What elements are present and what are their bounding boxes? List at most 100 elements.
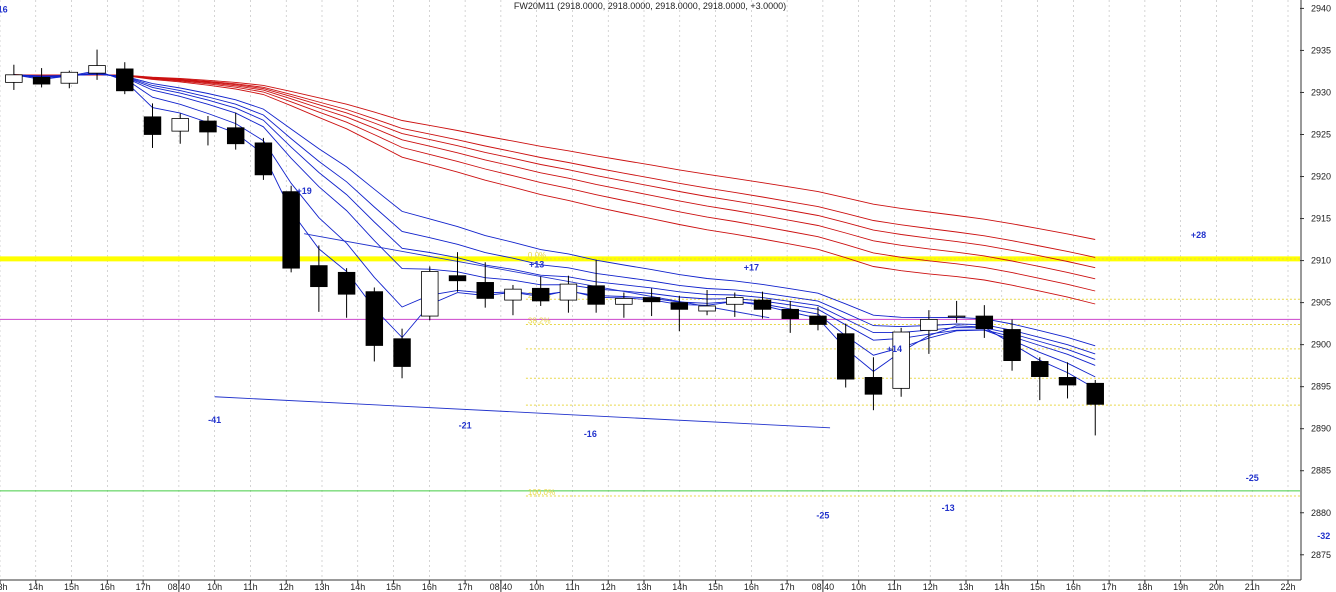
x-tick-label: 16h	[744, 582, 759, 592]
x-tick-label: 17h	[458, 582, 473, 592]
y-tick-label: 2900	[1311, 340, 1331, 350]
candle-body	[920, 319, 938, 331]
candle-body	[310, 265, 328, 288]
x-tick-label: 18h	[1137, 582, 1152, 592]
x-tick-label: 10h	[851, 582, 866, 592]
x-tick-label: 13h	[314, 582, 329, 592]
candle-body	[88, 65, 106, 74]
swing-label: +16	[0, 5, 8, 15]
y-tick-label: 2940	[1311, 3, 1331, 13]
x-tick-label: 17h	[1102, 582, 1117, 592]
candle-body	[476, 282, 494, 299]
swing-label: -41	[208, 415, 221, 425]
candle-body	[171, 118, 189, 132]
y-tick-label: 2920	[1311, 172, 1331, 182]
candle-body	[726, 297, 744, 305]
x-tick-label: 14h	[994, 582, 1009, 592]
candle-body	[531, 287, 550, 302]
candle-body	[254, 142, 273, 176]
x-tick-label: 12h	[279, 582, 294, 592]
y-tick-label: 2935	[1311, 45, 1331, 55]
y-tick-label: 2885	[1311, 466, 1331, 476]
candle-body	[1031, 361, 1049, 377]
swing-label: +14	[887, 344, 902, 354]
candle-body	[421, 271, 439, 317]
swing-label: -16	[584, 429, 597, 439]
x-tick-label: 15h	[386, 582, 401, 592]
x-tick-label: 16h	[422, 582, 437, 592]
candle-body	[199, 120, 217, 133]
swing-label: +17	[744, 263, 759, 273]
swing-label: +19	[296, 186, 311, 196]
swing-label: -32	[1317, 531, 1330, 541]
y-tick-label: 2930	[1311, 87, 1331, 97]
candle-body	[32, 76, 51, 85]
x-tick-label: 14h	[28, 582, 43, 592]
candle-body	[226, 127, 245, 145]
plot-background	[0, 0, 1301, 580]
x-tick-label: 17h	[780, 582, 795, 592]
fib-label: 100.0%	[528, 488, 555, 497]
candle-body	[809, 315, 827, 325]
candle-body	[365, 291, 384, 346]
candle-body	[143, 116, 162, 135]
candle-body	[836, 333, 855, 380]
x-axis: 13h14h15h16h17h08:4010h11h12h13h14h15h16…	[0, 580, 1296, 592]
x-tick-label: 17h	[136, 582, 151, 592]
x-tick-label: 15h	[64, 582, 79, 592]
swing-label: +13	[529, 259, 544, 269]
candle-body	[1086, 382, 1104, 405]
candle-body	[781, 308, 799, 319]
candle-body	[615, 298, 633, 305]
price-chart: 0.0%23.6%38.2%100.0% +16+19-41+13-21+17-…	[0, 0, 1331, 592]
y-tick-label: 2915	[1311, 214, 1331, 224]
x-tick-label: 21h	[1245, 582, 1260, 592]
candle-body	[282, 191, 300, 269]
candle-body	[642, 297, 661, 303]
candle-body	[5, 74, 23, 83]
candle-body	[559, 283, 578, 301]
x-tick-label: 15h	[708, 582, 723, 592]
x-tick-label: 11h	[243, 582, 257, 592]
candle-body	[1003, 329, 1021, 362]
y-tick-label: 2905	[1311, 298, 1331, 308]
fib-label: 38.2%	[528, 316, 551, 325]
swing-label: -21	[459, 421, 472, 431]
candle-body	[448, 275, 467, 282]
chart-title: FW20M11 (2918.0000, 2918.0000, 2918.0000…	[514, 1, 786, 11]
candle-body	[60, 71, 79, 84]
x-tick-label: 14h	[672, 582, 687, 592]
swing-label: -13	[942, 503, 955, 513]
candle-body	[947, 315, 966, 318]
x-tick-label: 22h	[1280, 582, 1295, 592]
candle-body	[587, 285, 605, 305]
x-tick-label: 13h	[636, 582, 651, 592]
candle-body	[892, 331, 910, 389]
x-tick-label: 16h	[1066, 582, 1081, 592]
candle-body	[116, 68, 134, 92]
x-tick-label: 13h	[958, 582, 973, 592]
x-tick-label: 11h	[565, 582, 579, 592]
x-tick-label: 10h	[529, 582, 544, 592]
x-tick-label: 16h	[100, 582, 115, 592]
candle-body	[670, 302, 689, 310]
candle-body	[975, 315, 994, 330]
candle-body	[337, 271, 356, 295]
swing-label: -25	[816, 511, 829, 521]
candle-body	[864, 377, 883, 395]
x-tick-label: 10h	[207, 582, 222, 592]
candle-body	[1058, 377, 1077, 386]
x-tick-label: 20h	[1209, 582, 1224, 592]
candle-body	[753, 299, 772, 310]
candle-body	[698, 305, 716, 312]
candle-body	[393, 338, 411, 367]
x-tick-label: 13h	[0, 582, 8, 592]
y-tick-label: 2880	[1311, 508, 1331, 518]
x-tick-label: 12h	[601, 582, 616, 592]
x-tick-label: 12h	[923, 582, 938, 592]
candle-body	[504, 288, 522, 301]
x-tick-label: 14h	[350, 582, 365, 592]
swing-label: -25	[1246, 473, 1259, 483]
y-axis: 2875 2880 2885 2890 2895 2900 2905 2910 2915 2920…	[1300, 3, 1331, 560]
y-tick-label: 2925	[1311, 129, 1331, 139]
